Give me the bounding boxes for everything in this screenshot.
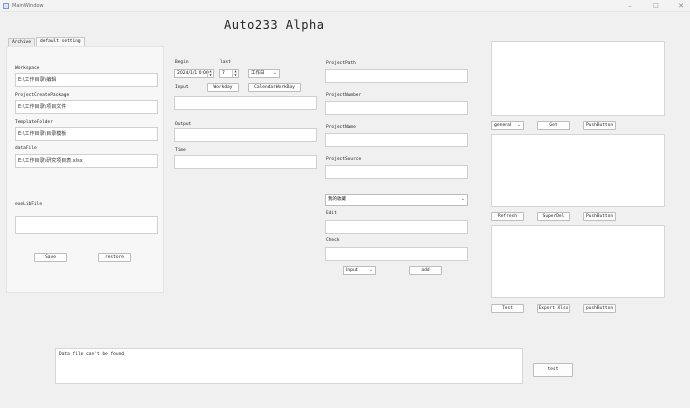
project-name-field[interactable] <box>325 133 468 147</box>
project-create-field[interactable]: E:\工作目录\项目文件 <box>15 100 158 114</box>
time-field[interactable] <box>174 155 317 169</box>
project-source-field[interactable] <box>325 165 468 179</box>
top-list-box[interactable] <box>491 41 665 116</box>
tab-archive[interactable]: Archive <box>8 38 35 46</box>
data-file-field[interactable]: E:\工作目录\研究项目表.xlsx <box>15 154 158 168</box>
exe-lib-file-field[interactable] <box>15 216 158 234</box>
bottom-list-box[interactable] <box>491 225 665 298</box>
project-create-label: ProjectCreatePackage <box>15 93 70 98</box>
middle-list-box[interactable] <box>491 134 665 207</box>
title-bar <box>0 0 690 12</box>
restore-button[interactable]: restore <box>98 253 131 262</box>
spin-arrows-icon[interactable]: ▲ ▼ <box>207 69 213 77</box>
workspace-field[interactable]: E:\工作目录\编辑 <box>15 73 158 87</box>
push-button-1[interactable]: PushButton <box>583 121 616 130</box>
export-xlsx-button[interactable]: Export Xlsx <box>537 304 570 313</box>
last-label: last <box>220 60 231 65</box>
output-label: Output <box>175 122 192 127</box>
log-message: Data file can't be found <box>59 352 125 357</box>
workday-button[interactable]: Workday <box>207 83 239 92</box>
add-button[interactable]: add <box>409 266 442 275</box>
check-label: Check <box>326 238 340 243</box>
chevron-down-icon: ⌄ <box>460 196 465 202</box>
chevron-down-icon: ⌄ <box>368 267 373 273</box>
general-select[interactable]: general ⌄ <box>491 121 524 130</box>
project-select[interactable]: 我的收藏 ⌄ <box>325 194 468 206</box>
window-title: MainWindow <box>12 3 44 9</box>
project-number-label: ProjectNumber <box>326 93 362 98</box>
maximize-icon[interactable]: □ <box>648 1 664 11</box>
log-output[interactable]: Data file can't be found <box>55 348 523 384</box>
data-file-label: dataFile <box>15 146 37 151</box>
exe-lib-file-label: exeLibFile <box>15 202 43 207</box>
page-title: Auto233 Alpha <box>224 18 325 32</box>
project-number-field[interactable] <box>325 101 468 115</box>
last-days-value: 7 <box>222 71 225 76</box>
push-button-3[interactable]: pushButton <box>583 304 616 313</box>
time-label: Time <box>175 148 186 153</box>
input-label: Input <box>175 85 189 90</box>
workspace-label: Workspace <box>15 66 40 71</box>
tab-default-setting[interactable]: default setting <box>36 37 85 46</box>
push-button-2[interactable]: PushButton <box>583 212 616 221</box>
begin-datetime-input[interactable]: 2024/1/1 0:00 ▲ ▼ <box>174 69 214 78</box>
calendar-workday-button[interactable]: CalendarWorkDay <box>248 83 301 92</box>
spin-arrows-icon[interactable]: ▲ ▼ <box>232 69 238 77</box>
begin-label: Begin <box>175 60 189 65</box>
chevron-down-icon: ⌄ <box>272 70 277 76</box>
edit-field[interactable] <box>325 220 468 234</box>
day-unit-select[interactable]: 工作日 ⌄ <box>248 69 280 78</box>
begin-datetime-value: 2024/1/1 0:00 <box>177 71 209 76</box>
project-path-label: ProjectPath <box>326 61 356 66</box>
project-source-label: ProjectSource <box>326 157 362 162</box>
edit-label: Edit <box>326 211 337 216</box>
super-del-button[interactable]: SuperDel <box>537 212 570 221</box>
chevron-down-icon: ⌄ <box>516 122 521 128</box>
general-select-value: general <box>494 123 512 128</box>
log-test-button[interactable]: test <box>533 363 573 377</box>
test-button[interactable]: Test <box>491 304 524 313</box>
output-field[interactable] <box>174 128 317 142</box>
get-button[interactable]: Get <box>537 121 570 130</box>
mode-select-value: Input <box>346 268 358 273</box>
save-button[interactable]: Save <box>34 253 67 262</box>
close-icon[interactable]: ✕ <box>673 1 689 11</box>
day-unit-value: 工作日 <box>251 71 265 76</box>
input-field[interactable] <box>174 96 317 110</box>
template-folder-field[interactable]: E:\工作目录\目录模板 <box>15 127 158 141</box>
project-name-label: ProjectName <box>326 125 356 130</box>
minimize-icon[interactable]: – <box>622 1 638 11</box>
refresh-button[interactable]: Refresh <box>491 212 524 221</box>
template-folder-label: TemplateFolder <box>15 120 53 125</box>
project-select-value: 我的收藏 <box>328 197 346 202</box>
project-path-field[interactable] <box>325 69 468 83</box>
mode-select[interactable]: Input ⌄ <box>343 266 376 275</box>
app-window-icon <box>3 3 9 9</box>
last-days-spinbox[interactable]: 7 ▲ ▼ <box>219 69 239 78</box>
check-field[interactable] <box>325 247 468 261</box>
